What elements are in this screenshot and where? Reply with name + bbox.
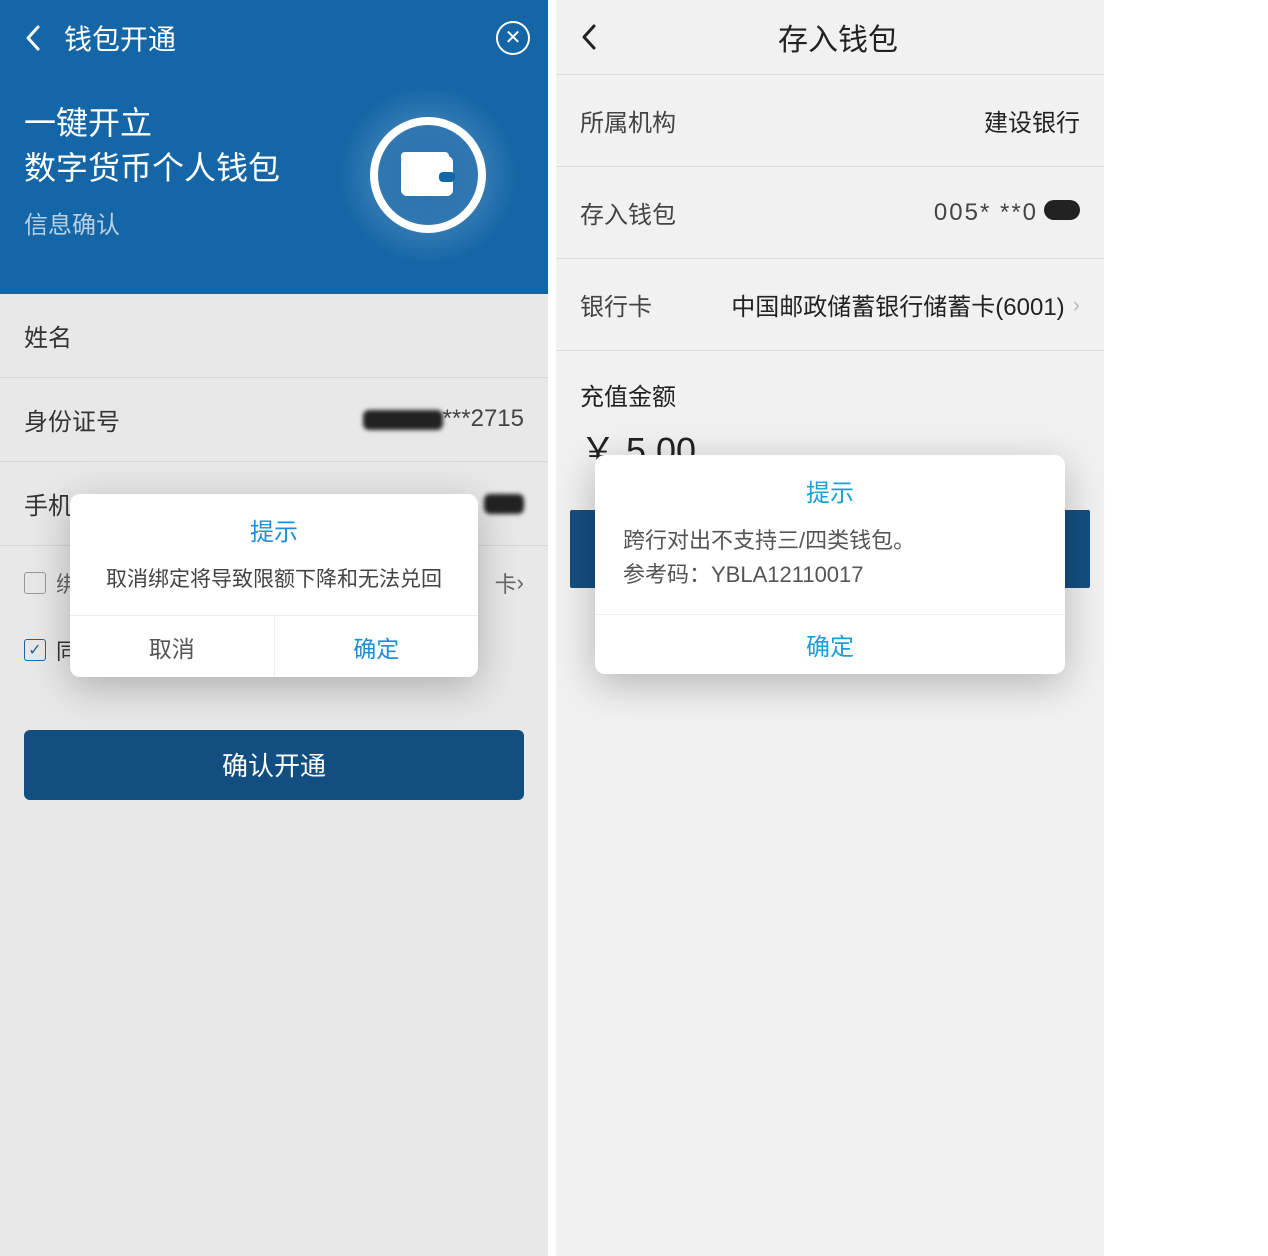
dialog-title: 提示 (70, 494, 478, 557)
name-label: 姓名 (24, 318, 524, 353)
bank-label: 银行卡 (580, 287, 731, 322)
hero-line1: 一键开立 (24, 105, 152, 141)
dialog-title: 提示 (595, 455, 1065, 520)
wallet-label: 存入钱包 (580, 195, 934, 230)
id-field[interactable]: 身份证号 ***2715 (0, 378, 548, 462)
close-icon[interactable]: ✕ (496, 21, 530, 55)
error-dialog: 提示 跨行对出不支持三/四类钱包。 参考码：YBLA12110017 确定 (595, 455, 1065, 674)
id-value: ***2715 (363, 405, 524, 433)
chevron-right-icon: › (1073, 292, 1080, 318)
dialog-ok-button[interactable]: 确定 (595, 614, 1065, 674)
bind-checkbox[interactable] (24, 572, 46, 594)
org-label: 所属机构 (580, 103, 984, 138)
bind-value: 卡 (495, 567, 517, 599)
phone-value (484, 489, 524, 517)
confirm-open-button[interactable]: 确认开通 (24, 730, 524, 800)
org-value: 建设银行 (984, 103, 1080, 138)
name-field[interactable]: 姓名 (0, 294, 548, 378)
wallet-value: 005* **0 (934, 199, 1080, 227)
dialog-cancel-button[interactable]: 取消 (70, 616, 275, 677)
header: 存入钱包 (556, 0, 1104, 75)
dialog-ok-button[interactable]: 确定 (275, 616, 479, 677)
agree-checkbox[interactable] (24, 639, 46, 661)
bank-row[interactable]: 银行卡 中国邮政储蓄银行储蓄卡(6001) › (556, 259, 1104, 351)
page-title: 钱包开通 (64, 18, 496, 58)
amount-label: 充值金额 (556, 351, 1104, 422)
dialog-body: 取消绑定将导致限额下降和无法兑回 (70, 557, 478, 615)
bank-value: 中国邮政储蓄银行储蓄卡(6001) (731, 287, 1064, 322)
page-title: 存入钱包 (620, 15, 1056, 59)
screen-deposit: 存入钱包 所属机构 建设银行 存入钱包 005* **0 银行卡 中国邮政储蓄银… (556, 0, 1104, 1256)
unbind-confirm-dialog: 提示 取消绑定将导致限额下降和无法兑回 取消 确定 (70, 494, 478, 677)
hero-banner: 一键开立 数字货币个人钱包 信息确认 (0, 75, 548, 294)
dialog-body: 跨行对出不支持三/四类钱包。 参考码：YBLA12110017 (595, 520, 1065, 614)
back-button[interactable] (574, 22, 604, 52)
hero-line2: 数字货币个人钱包 (24, 150, 280, 186)
wallet-row[interactable]: 存入钱包 005* **0 (556, 167, 1104, 259)
screen-wallet-open: 钱包开通 ✕ 一键开立 数字货币个人钱包 信息确认 姓名 身份证号 ***271… (0, 0, 548, 1256)
back-button[interactable] (18, 23, 48, 53)
wallet-icon (338, 85, 518, 265)
id-label: 身份证号 (24, 402, 363, 437)
chevron-right-icon: › (517, 570, 524, 596)
org-row: 所属机构 建设银行 (556, 75, 1104, 167)
form: 姓名 身份证号 ***2715 手机 绑定银行卡 卡 › 同意 《开通数字货币个… (0, 294, 548, 1256)
header: 钱包开通 ✕ (0, 0, 548, 75)
